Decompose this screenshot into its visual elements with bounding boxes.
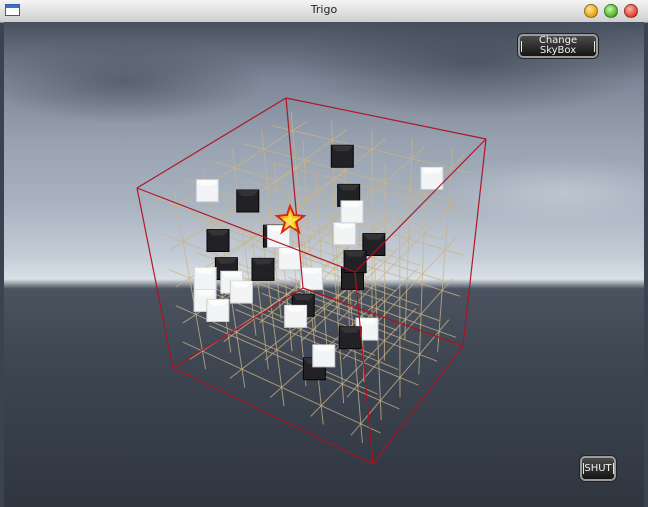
game-viewport[interactable]: Change SkyBox SHUT [4,22,644,507]
shut-label: SHUT [584,462,612,474]
black-stone[interactable] [330,144,354,168]
maximize-button[interactable] [604,4,618,18]
white-stone[interactable] [206,298,230,322]
black-stone[interactable] [206,228,230,252]
shut-button[interactable]: SHUT [580,456,616,481]
black-stone[interactable] [338,326,362,350]
trigo-board-scene[interactable] [4,22,644,507]
black-stone[interactable] [236,189,260,213]
title-bar[interactable]: Trigo [0,0,648,23]
white-stone[interactable] [333,222,357,246]
white-stone[interactable] [299,267,323,291]
white-stone[interactable] [195,179,219,203]
white-stone[interactable] [284,304,308,328]
white-stone[interactable] [229,280,253,304]
game-window: Trigo Change SkyBox SHUT [0,0,648,507]
change-skybox-button[interactable]: Change SkyBox [518,34,598,58]
close-button[interactable] [624,4,638,18]
white-stone[interactable] [193,266,217,290]
change-skybox-label: Change SkyBox [538,35,578,56]
white-stone[interactable] [278,247,302,271]
window-title: Trigo [310,3,338,16]
white-stone[interactable] [312,344,336,368]
white-stone[interactable] [340,200,364,224]
minimize-button[interactable] [584,4,598,18]
black-stone[interactable] [251,257,275,281]
